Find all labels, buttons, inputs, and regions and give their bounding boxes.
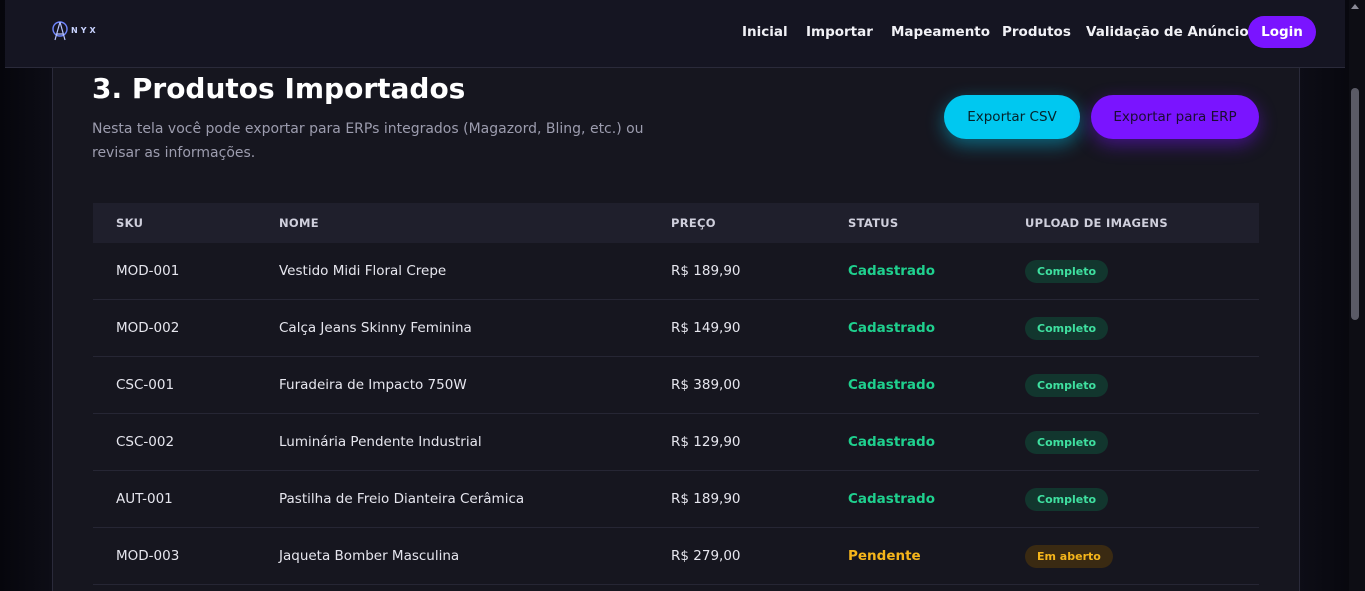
table-row[interactable]: CSC-002 Luminária Pendente Industrial R$… <box>93 414 1259 471</box>
scrollbar-thumb[interactable] <box>1351 88 1359 320</box>
export-csv-button[interactable]: Exportar CSV <box>944 95 1080 139</box>
cell-status: Cadastrado <box>848 263 935 279</box>
cell-status: Cadastrado <box>848 320 935 336</box>
logo-text: NYX <box>71 26 99 35</box>
cell-sku: CSC-001 <box>116 377 175 393</box>
scroll-up-arrow-icon[interactable] <box>1351 4 1359 9</box>
cell-nome: Vestido Midi Floral Crepe <box>279 263 447 279</box>
cell-sku: MOD-002 <box>116 320 180 336</box>
header-sku[interactable]: SKU <box>116 216 143 230</box>
table-row[interactable]: MOD-001 Vestido Midi Floral Crepe R$ 189… <box>93 243 1259 300</box>
table-row[interactable]: MOD-002 Calça Jeans Skinny Feminina R$ 1… <box>93 300 1259 357</box>
nav-link-inicial[interactable]: Inicial <box>742 24 788 40</box>
table-row[interactable]: CSC-001 Furadeira de Impacto 750W R$ 389… <box>93 357 1259 414</box>
header-nome[interactable]: NOME <box>279 216 319 230</box>
nav-link-produtos[interactable]: Produtos <box>1002 24 1071 40</box>
nav-link-validacao[interactable]: Validação de Anúncio <box>1086 24 1249 40</box>
cell-sku: MOD-003 <box>116 548 180 564</box>
upload-status-badge: Completo <box>1025 317 1109 340</box>
cell-nome: Pastilha de Freio Dianteira Cerâmica <box>279 491 525 507</box>
header-upload[interactable]: UPLOAD DE IMAGENS <box>1025 216 1168 230</box>
cell-nome: Jaqueta Bomber Masculina <box>279 548 460 564</box>
upload-status-badge: Completo <box>1025 260 1109 283</box>
cell-status: Cadastrado <box>848 377 935 393</box>
cell-preco: R$ 389,00 <box>671 377 741 393</box>
export-erp-button[interactable]: Exportar para ERP <box>1091 95 1259 139</box>
table-row[interactable]: MOD-003 Jaqueta Bomber Masculina R$ 279,… <box>93 528 1259 585</box>
brand-logo[interactable]: NYX <box>51 20 99 44</box>
cell-sku: AUT-001 <box>116 491 173 507</box>
table-row[interactable]: AUT-001 Pastilha de Freio Dianteira Cerâ… <box>93 471 1259 528</box>
top-navbar: NYX Inicial Importar Mapeamento Produtos… <box>5 0 1345 68</box>
header-status[interactable]: STATUS <box>848 216 899 230</box>
cell-preco: R$ 189,90 <box>671 491 741 507</box>
cell-sku: CSC-002 <box>116 434 175 450</box>
cell-status: Cadastrado <box>848 434 935 450</box>
page-description: Nesta tela você pode exportar para ERPs … <box>92 121 644 161</box>
page-title: 3. Produtos Importados <box>92 72 466 105</box>
cell-status: Pendente <box>848 548 921 564</box>
table-header: SKU NOME PREÇO STATUS UPLOAD DE IMAGENS <box>93 203 1259 243</box>
cell-nome: Calça Jeans Skinny Feminina <box>279 320 472 336</box>
upload-status-badge: Em aberto <box>1025 545 1113 568</box>
header-preco[interactable]: PREÇO <box>671 216 716 230</box>
products-table: SKU NOME PREÇO STATUS UPLOAD DE IMAGENS … <box>93 203 1259 585</box>
cell-preco: R$ 279,00 <box>671 548 741 564</box>
page-background-left <box>0 0 52 591</box>
nyx-logo-icon <box>52 21 68 41</box>
cell-preco: R$ 149,90 <box>671 320 741 336</box>
cell-sku: MOD-001 <box>116 263 180 279</box>
upload-status-badge: Completo <box>1025 374 1109 397</box>
nav-link-importar[interactable]: Importar <box>806 24 873 40</box>
cell-preco: R$ 129,90 <box>671 434 741 450</box>
cell-nome: Luminária Pendente Industrial <box>279 434 482 450</box>
nav-link-mapeamento[interactable]: Mapeamento <box>891 24 990 40</box>
cell-status: Cadastrado <box>848 491 935 507</box>
cell-preco: R$ 189,90 <box>671 263 741 279</box>
upload-status-badge: Completo <box>1025 431 1109 454</box>
login-button[interactable]: Login <box>1248 16 1316 48</box>
upload-status-badge: Completo <box>1025 488 1109 511</box>
cell-nome: Furadeira de Impacto 750W <box>279 377 467 393</box>
